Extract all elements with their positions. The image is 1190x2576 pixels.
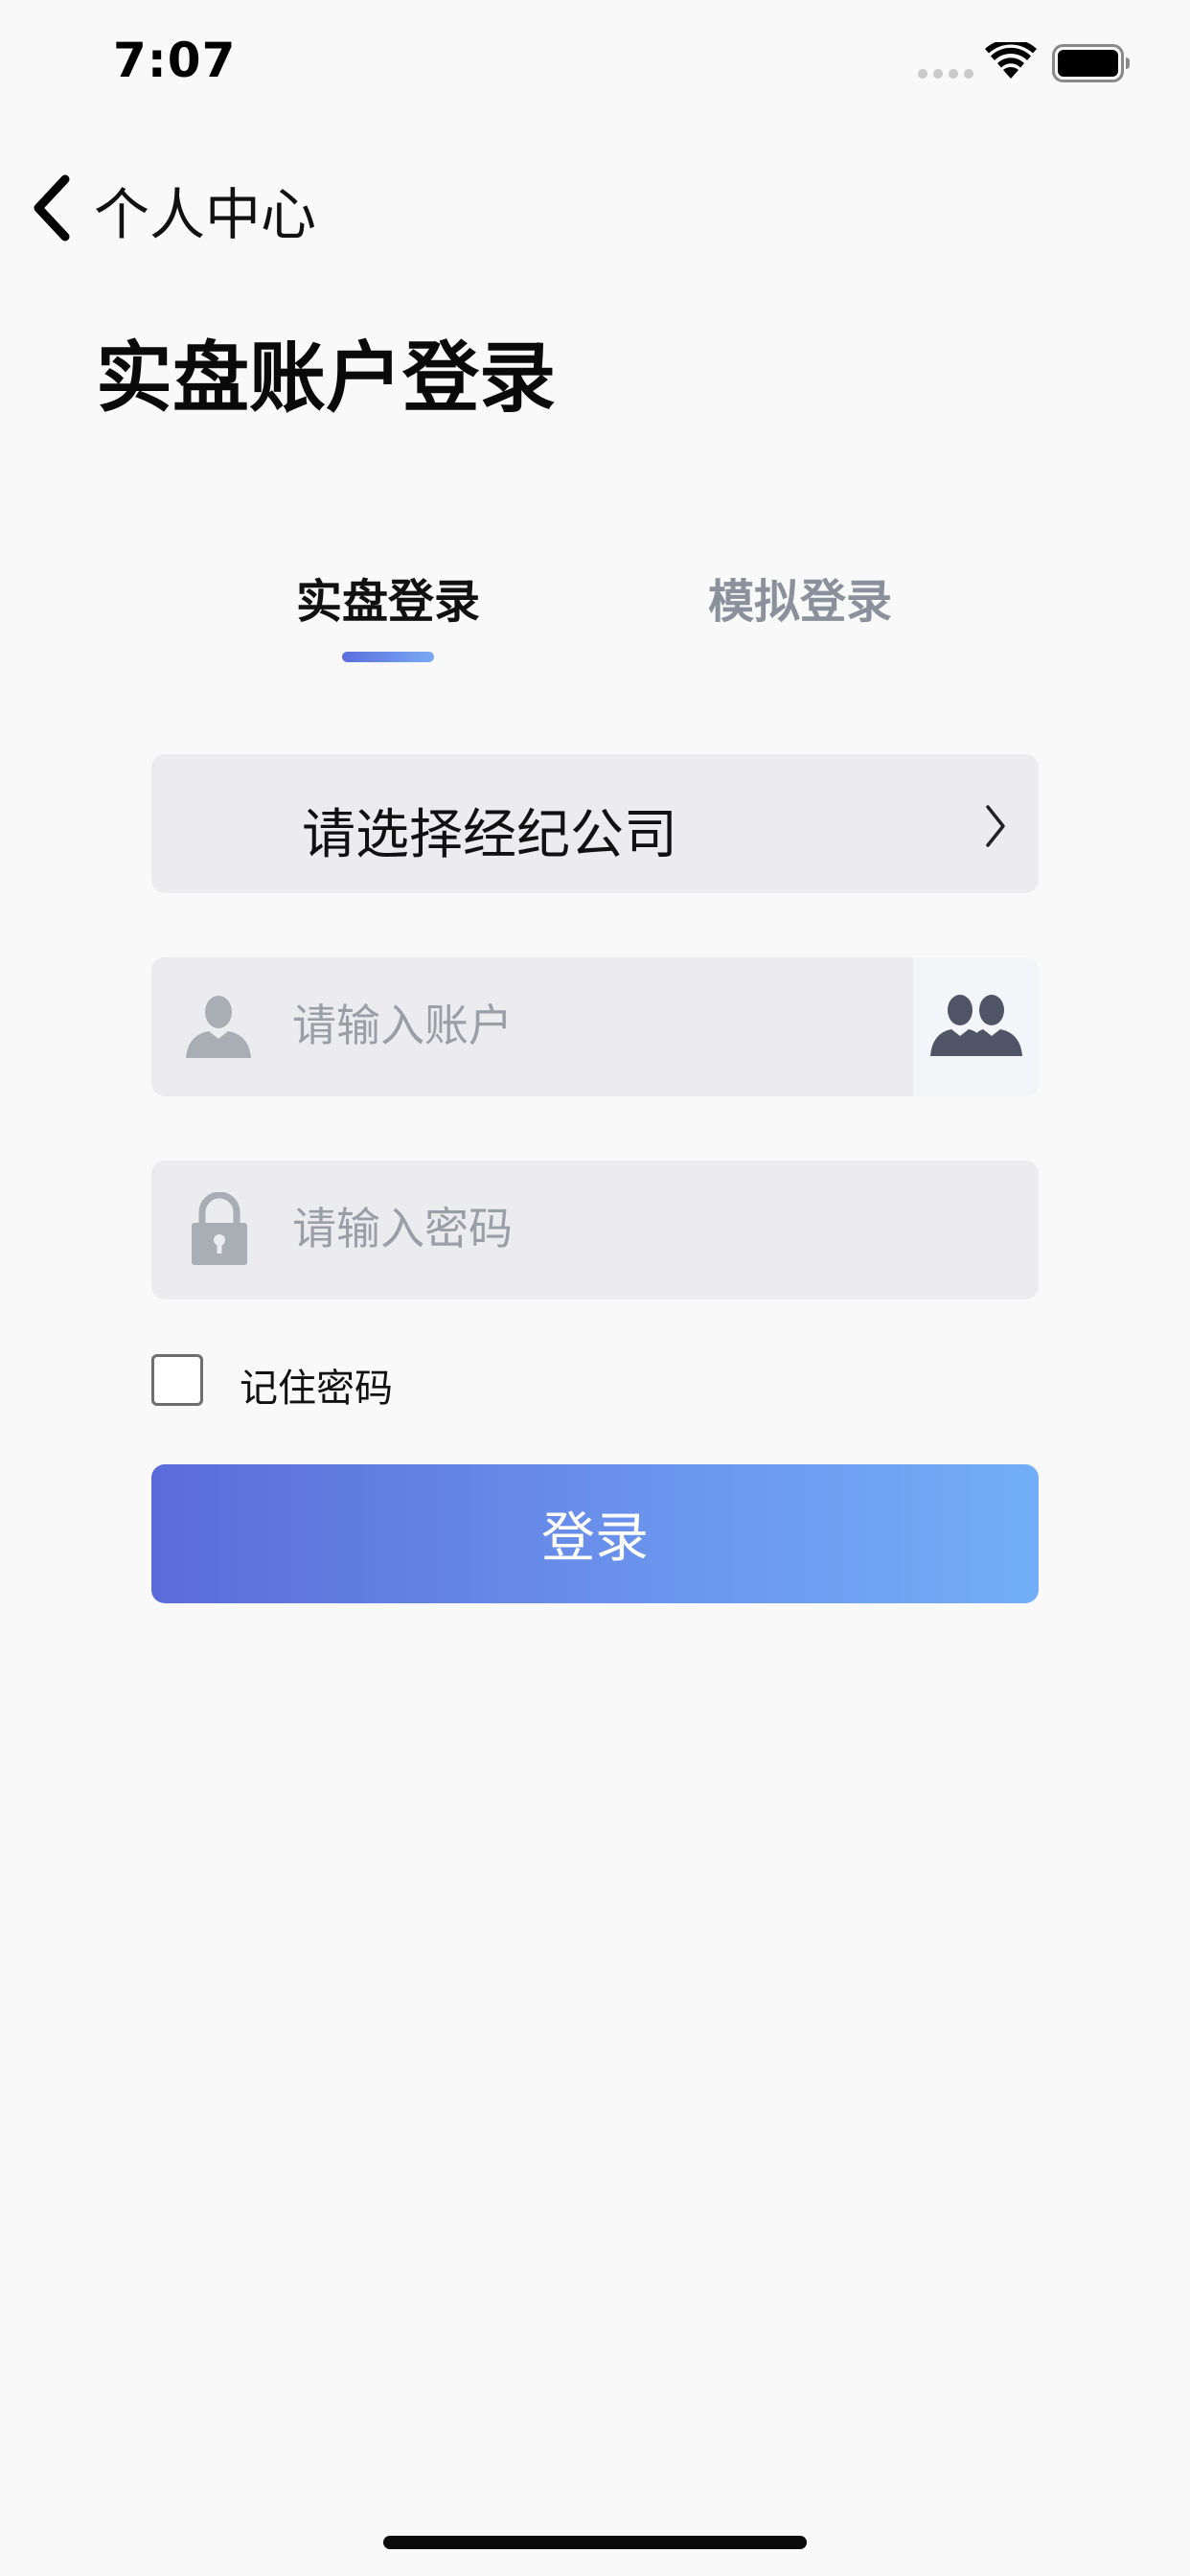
account-switch-button[interactable] [913,957,1039,1096]
users-icon [929,991,1022,1064]
active-tab-indicator [342,652,434,662]
home-indicator [383,2536,807,2549]
remember-password-label: 记住密码 [240,1367,393,1411]
user-icon [184,991,253,1064]
back-label: 个人中心 [94,182,317,247]
password-input[interactable] [292,1190,1001,1267]
chevron-left-icon [29,173,73,246]
page-title: 实盘账户登录 [96,334,556,423]
login-button[interactable]: 登录 [151,1464,1039,1603]
battery-icon [1052,44,1131,86]
wifi-icon [985,38,1037,84]
remember-password-checkbox[interactable] [151,1354,203,1406]
tab-simulated-login[interactable]: 模拟登录 [675,564,925,631]
chevron-right-icon [983,803,1008,853]
lock-icon [190,1191,249,1269]
broker-select-label: 请选择经纪公司 [302,804,677,866]
tab-real-login[interactable]: 实盘登录 [263,564,513,631]
status-time: 7:07 [113,33,237,88]
account-input[interactable] [292,987,886,1064]
back-button[interactable]: 个人中心 [29,169,316,251]
cellular-signal-icon [918,69,973,79]
